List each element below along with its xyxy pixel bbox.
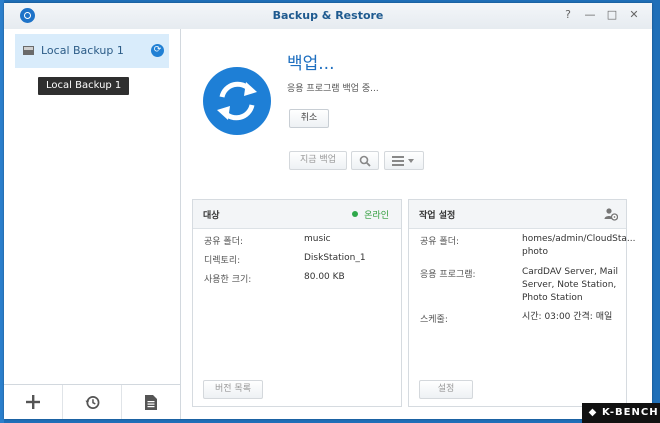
task-settings-panel: 작업 설정 공유 폴더: homes/admin/CloudSta... pho… (408, 199, 636, 407)
add-button[interactable] (4, 385, 63, 419)
directory-value: DiskStation_1 (304, 253, 366, 263)
shared-folder-value: music (304, 234, 331, 244)
settings-button[interactable]: 설정 (419, 380, 473, 399)
task-shared-folder-value: homes/admin/CloudSta... photo (522, 234, 636, 257)
backup-now-button[interactable]: 지금 백업 (289, 151, 347, 170)
status-title: 백업... (287, 54, 335, 74)
watermark-text: K-BENCH (602, 407, 659, 418)
search-icon (359, 155, 371, 167)
application-label: 응용 프로그램: (420, 270, 476, 280)
target-panel-title: 대상 (203, 211, 220, 221)
more-menu-button[interactable] (384, 151, 424, 170)
online-status-label: 온라인 (364, 211, 389, 221)
sidebar-item-local-backup-1[interactable]: Local Backup 1 ⟳ (15, 34, 169, 68)
tooltip: Local Backup 1 (38, 77, 130, 95)
schedule-label: 스케줄: (420, 315, 448, 325)
online-dot-icon (352, 211, 359, 217)
used-size-label: 사용한 크기: (204, 275, 252, 285)
user-settings-icon[interactable] (604, 207, 618, 221)
restore-button[interactable] (63, 385, 122, 419)
sidebar: Local Backup 1 ⟳ Local Backup 1 (4, 29, 181, 419)
search-button[interactable] (351, 151, 379, 170)
log-icon (145, 394, 157, 410)
schedule-value: 시간: 03:00 간격: 매일 (522, 312, 613, 322)
task-shared-folder-label: 공유 폴더: (420, 237, 460, 247)
directory-label: 디렉토리: (204, 256, 241, 266)
task-settings-panel-header: 작업 설정 (409, 200, 626, 229)
log-button[interactable] (122, 385, 180, 419)
add-icon (26, 395, 40, 409)
version-list-button[interactable]: 버전 목록 (203, 380, 263, 399)
backup-restore-window: Backup & Restore ? — □ ✕ Local Backup 1 … (4, 3, 652, 419)
target-panel: 대상 온라인 공유 폴더: music 디렉토리: DiskStation_1 … (192, 199, 402, 407)
task-settings-panel-title: 작업 설정 (419, 211, 456, 221)
kbench-logo-icon: ◆ (588, 407, 598, 418)
cancel-button[interactable]: 취소 (289, 109, 329, 128)
list-icon (392, 156, 414, 166)
target-panel-header: 대상 온라인 (193, 200, 401, 229)
help-icon[interactable]: ? (560, 7, 576, 23)
task-detail-pane: 백업... 응용 프로그램 백업 중... 취소 지금 백업 대상 온라인 공유… (181, 29, 652, 419)
kbench-watermark: ◆ K-BENCH (582, 403, 660, 423)
task-label: Local Backup 1 (41, 44, 124, 57)
storage-device-icon (23, 46, 34, 55)
close-icon[interactable]: ✕ (626, 7, 642, 23)
desktop: Backup & Restore ? — □ ✕ Local Backup 1 … (0, 0, 660, 423)
online-status: 온라인 (352, 208, 389, 221)
status-subtitle: 응용 프로그램 백업 중... (287, 84, 379, 94)
shared-folder-label: 공유 폴더: (204, 237, 244, 247)
sidebar-toolbar (4, 384, 180, 419)
title-bar[interactable]: Backup & Restore ? — □ ✕ (4, 3, 652, 30)
backing-up-status-icon: ⟳ (151, 44, 164, 57)
maximize-icon[interactable]: □ (604, 7, 620, 23)
minimize-icon[interactable]: — (582, 7, 598, 23)
window-title: Backup & Restore (272, 9, 384, 22)
application-value: CardDAV Server, Mail Server, Note Statio… (522, 267, 618, 303)
used-size-value: 80.00 KB (304, 272, 345, 282)
history-icon (84, 395, 99, 409)
backup-sync-icon (203, 67, 271, 135)
